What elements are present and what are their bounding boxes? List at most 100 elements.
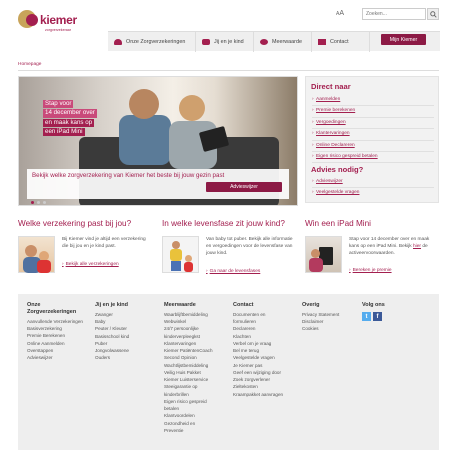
sidebar-link[interactable]: Veelgestelde vragen [312,188,434,199]
search-button[interactable] [427,8,439,20]
footer-link[interactable]: Veelgestelde vragen [233,354,301,361]
person-head [179,95,205,121]
footer-column: Jij en je kind Zwanger Baby Peuter / Kle… [95,302,157,362]
footer-link[interactable]: Preventie [164,427,232,434]
footer-link[interactable]: Steeigarantie op [164,383,232,390]
footer-link[interactable]: formulieren [233,318,301,325]
facebook-icon[interactable]: f [373,312,382,321]
section-link-label[interactable]: Ga naar de levensfases [210,269,261,274]
section-link[interactable]: › Bereken je premie [349,268,392,273]
person-shape [170,249,182,261]
footer-link[interactable]: betalen [164,405,232,412]
footer-link[interactable]: kinderverpleegkst [164,333,232,340]
footer-link[interactable]: Premie Berekenen [27,332,87,339]
logo-circle-red [26,14,38,26]
search-input[interactable] [362,8,426,20]
carousel-dot[interactable] [43,201,46,204]
kiemer-logo[interactable]: kiemer zorgverzekeraar [18,10,88,46]
section-text: Van baby tot puber. Bekijk alle informat… [206,237,293,256]
section-link[interactable]: › Ga naar de levensfases [206,269,260,274]
sidebar-link[interactable]: Advieswijzer [312,177,434,189]
social-icons: t f [362,312,382,321]
footer-link[interactable]: Disclaimer [302,318,358,325]
footer-link[interactable]: Ouders [95,354,157,361]
umbrella-icon [114,39,122,45]
sidebar-link[interactable]: Eigen risico gespreid betalen [312,152,434,164]
person-shape [171,261,181,271]
mijn-kiemer-button[interactable]: Mijn Kiemer [381,34,426,45]
breadcrumb[interactable]: Homepage [18,62,41,67]
footer-link[interactable]: kinderbrillen [164,391,232,398]
person-shape [184,262,193,272]
direct-naar-title: Direct naar [311,82,351,91]
footer-column: Overig Privacy Statement Disclaimer Cook… [302,302,358,333]
footer-link[interactable]: Basisverzekering [27,325,87,332]
person-head [129,89,159,119]
footer-link[interactable]: Klachten [233,333,301,340]
footer-link[interactable]: Baby [95,318,157,325]
nav-item-zorgverzekeringen[interactable]: Onze Zorgverzekeringen [108,32,196,52]
footer-link[interactable]: Gezondheid en [164,420,232,427]
footer-link[interactable]: Puber [95,340,157,347]
section-text: Bij Kiemer vind je altijd een verzekerin… [62,237,146,249]
footer-link[interactable]: Veilig Huis Pakket [164,369,232,376]
text-size-large[interactable]: A [339,10,344,17]
chevron-right-icon: › [62,262,64,267]
footer-link[interactable]: Basisschool kind [95,333,157,340]
footer-link[interactable]: Aanvullende Verzekeringen [27,318,87,325]
inline-link[interactable]: hier [413,244,421,249]
footer-link[interactable]: Klantvoordelen [164,412,232,419]
footer-link[interactable]: 24/7 persoonlijke [164,325,232,332]
footer-link[interactable]: Zoek zorgverlener [233,376,301,383]
footer-link[interactable]: Zieltekosten [233,383,301,390]
footer-column: Onze Zorgverzekeringen Aanvullende Verze… [27,302,87,361]
footer-link[interactable]: Peuter / Kleuter [95,325,157,332]
sidebar-link[interactable]: Premie berekenen [312,106,434,118]
section-link-label[interactable]: Bereken je premie [353,268,392,273]
carousel-dot[interactable] [37,201,40,204]
footer-link[interactable]: Overstappen [27,347,87,354]
footer-link[interactable]: Waarblijftbemiddeling [164,311,232,318]
carousel-dot[interactable] [31,201,34,204]
nav-item-contact[interactable]: Contact [312,32,370,52]
advieswijzer-button[interactable]: Advieswijzer [206,182,282,192]
footer-link[interactable]: Documenten en [233,311,301,318]
footer-link[interactable]: Online Aanmelden [27,340,87,347]
footer-link[interactable]: Bel me terug [233,347,301,354]
sidebar-link[interactable]: Vergoedingen [312,118,434,130]
footer-link[interactable]: Privacy Statement [302,311,358,318]
footer-link[interactable]: Wachtlijstbemiddeling [164,362,232,369]
twitter-icon[interactable]: t [362,312,371,321]
hero-banner[interactable]: Stap voor 14 december over en maak kans … [18,76,298,206]
footer-link[interactable]: Kiemer PatiëntenCoach [164,347,232,354]
footer-link[interactable]: Geef een wijziging door [233,369,301,376]
sidebar-link[interactable]: Online Declareren [312,141,434,152]
footer-link[interactable]: Declareren [233,325,301,332]
footer-link[interactable]: Webwinkel [164,318,232,325]
footer-link[interactable]: Kiemer Luisterservice [164,376,232,383]
section-link-label[interactable]: Bekijk alle verzekeringen [66,262,119,267]
footer-link[interactable]: Second Opinion [164,354,232,361]
sidebar-link[interactable]: Aanmelden [312,95,434,107]
footer-link[interactable]: Klantervaringen [164,340,232,347]
footer-link[interactable]: Advieswijzer [27,354,87,361]
nav-item-meerwaarde[interactable]: Meerwaarde [254,32,312,52]
text-size-control[interactable]: AA [336,10,344,17]
sidebar-link[interactable]: Klantervaringen [312,129,434,141]
nav-label: Contact [330,39,349,45]
advies-list: Advieswijzer Veelgestelde vragen [312,177,434,200]
footer-link[interactable]: Je Kiemer pas [233,362,301,369]
footer-link[interactable]: Cookies [302,325,358,332]
footer-link[interactable]: Eigen risico gespreid [164,398,232,405]
nav-label: Onze Zorgverzekeringen [126,39,186,45]
section-title: Win een iPad Mini [305,219,371,228]
nav-item-jij-en-je-kind[interactable]: Jij en je kind [196,32,254,52]
footer-link[interactable]: Verbel om je vraag [233,340,301,347]
person-head [311,249,320,258]
footer-link[interactable]: Kraampakket aanvragen [233,391,301,398]
footer-link[interactable]: Zwanger [95,311,157,318]
promo-line: 14 december over [43,109,97,118]
person-head [172,241,180,249]
section-link[interactable]: › Bekijk alle verzekeringen [62,262,119,267]
footer-link[interactable]: Jongvolwassene [95,347,157,354]
